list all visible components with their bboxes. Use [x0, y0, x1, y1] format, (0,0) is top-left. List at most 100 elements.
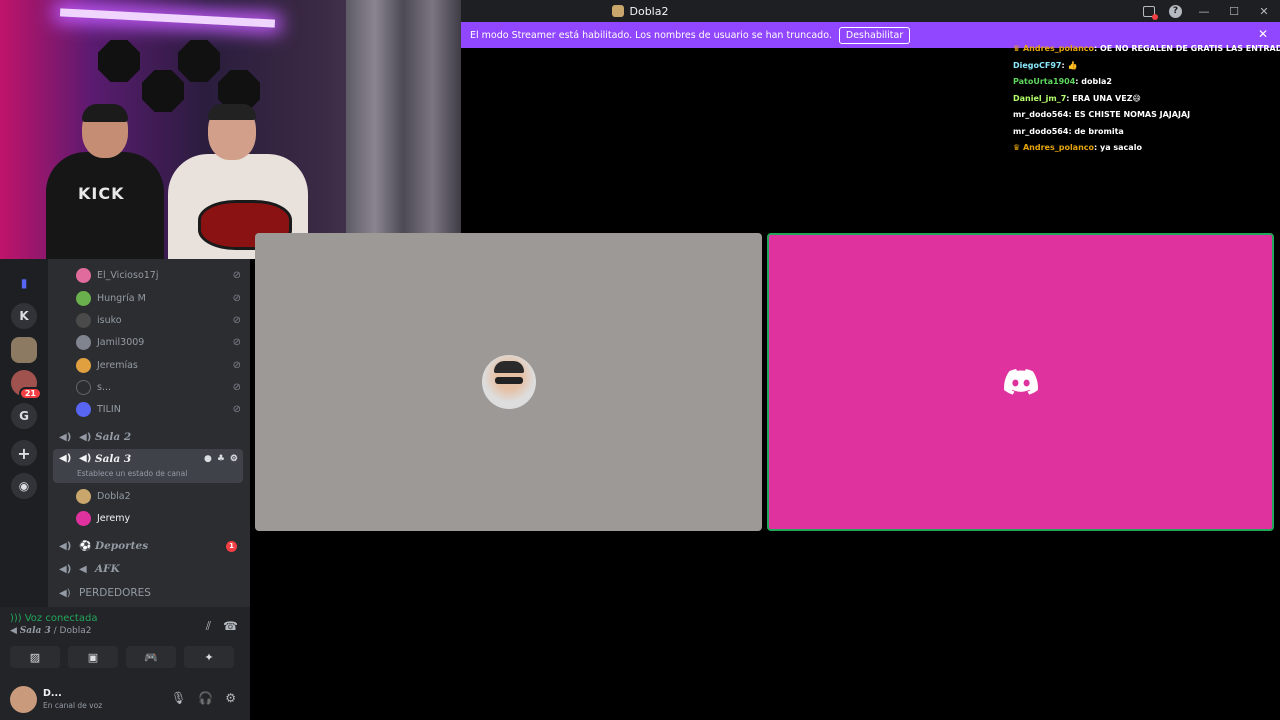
- channel-name: PERDEDORES: [79, 587, 151, 599]
- channel-status[interactable]: Establece un estado de canal: [77, 469, 187, 478]
- voice-member[interactable]: Dobla2: [76, 486, 241, 506]
- voice-member[interactable]: Hungría M ⊘: [76, 288, 241, 308]
- activities-button[interactable]: 🎮: [126, 646, 176, 668]
- chat-text: OE NO REGALEN DE GRATIS LAS ENTRADAS: [1100, 44, 1280, 53]
- chat-message: ♛ Andres_polanco: ya sacalo: [1013, 143, 1142, 152]
- banner-close-icon[interactable]: ✕: [1258, 27, 1268, 41]
- member-name: El_Vicioso17j: [97, 269, 159, 281]
- channel-name: Sala 3: [95, 453, 132, 465]
- invite-icon[interactable]: ♣: [217, 454, 225, 464]
- voice-member[interactable]: Jeremías ⊘: [76, 355, 241, 375]
- server-g[interactable]: G: [11, 403, 37, 429]
- streamer-left: KICK: [46, 104, 164, 259]
- member-name: isuko: [97, 314, 122, 326]
- noise-suppression-icon[interactable]: ⫽: [206, 619, 211, 634]
- speaker-icon: ◀): [59, 540, 72, 552]
- avatar: [76, 312, 91, 328]
- avatar: [76, 401, 91, 417]
- headphones-icon[interactable]: 🎧: [198, 691, 213, 705]
- member-name: Jeremías: [97, 359, 138, 371]
- voice-panel-icons: ⫽ ☎: [206, 619, 238, 634]
- speaker-icon: ◀: [79, 563, 87, 575]
- chat-message: Daniel_jm_7: ERA UNA VEZ😄: [1013, 93, 1141, 103]
- screen-share-button[interactable]: ▣: [68, 646, 118, 668]
- member-name: Dobla2: [97, 490, 131, 502]
- voice-status-text: Voz conectada: [24, 613, 98, 624]
- member-name: s...: [97, 381, 112, 393]
- gear-icon[interactable]: ⚙: [225, 691, 236, 705]
- signal-icon: ))): [10, 613, 22, 624]
- stream-chat-overlay: ♛ Andres_polanco: OE NO REGALEN DE GRATI…: [1013, 42, 1280, 158]
- discord-logo-icon: [1003, 369, 1038, 395]
- avatar: [76, 357, 91, 373]
- wall-panel: [98, 40, 140, 82]
- avatar: [76, 379, 91, 395]
- user-panel: D... En canal de voz 🎙 🎧 ⚙: [0, 678, 250, 720]
- video-tile-dobla2[interactable]: [255, 233, 762, 531]
- window-title: Dobla2: [611, 4, 669, 18]
- voice-member[interactable]: Jeremy: [76, 508, 241, 528]
- microphone-icon[interactable]: 🎙: [171, 691, 186, 705]
- minimize-icon[interactable]: —: [1196, 5, 1212, 18]
- voice-channel-sala-2[interactable]: ◀) ◀) Sala 2: [53, 426, 243, 448]
- close-window-icon[interactable]: ✕: [1256, 5, 1272, 18]
- voice-channel-perdedores[interactable]: ◀) PERDEDORES: [53, 582, 243, 604]
- user-status: En canal de voz: [43, 701, 103, 710]
- curtain: [346, 0, 461, 259]
- chat-message: mr_dodo564: de bromita: [1013, 126, 1124, 136]
- server-k[interactable]: K: [11, 303, 37, 329]
- voice-connected-panel: ))) Voz conectada ◀ Sala 3 / Dobla2 ⫽ ☎ …: [0, 607, 250, 678]
- mic-muted-icon: ⊘: [232, 292, 241, 304]
- chat-icon[interactable]: ●: [204, 454, 212, 464]
- chat-user: Daniel_jm_7: [1013, 93, 1067, 103]
- chat-user: Andres_polanco: [1022, 143, 1095, 152]
- voice-member[interactable]: El_Vicioso17j ⊘: [76, 265, 241, 285]
- video-tile-jeremy[interactable]: [767, 233, 1274, 531]
- server-icon[interactable]: [11, 337, 37, 363]
- voice-member[interactable]: isuko ⊘: [76, 310, 241, 330]
- user-controls: 🎙 🎧 ⚙: [171, 691, 236, 705]
- crown-icon: ♛: [1013, 44, 1023, 53]
- chat-text: dobla2: [1081, 77, 1112, 86]
- help-icon[interactable]: ?: [1169, 4, 1182, 18]
- gear-icon[interactable]: ⚙: [230, 454, 238, 464]
- mic-muted-icon: ⊘: [232, 403, 241, 415]
- maximize-icon[interactable]: ☐: [1226, 5, 1242, 18]
- voice-member[interactable]: s... ⊘: [76, 377, 241, 397]
- voice-member[interactable]: TILIN ⊘: [76, 399, 241, 419]
- avatar[interactable]: [10, 685, 37, 713]
- avatar: [76, 267, 91, 283]
- channel-tools: ● ♣ ⚙: [204, 454, 238, 464]
- server-icon-badged[interactable]: 21: [11, 370, 42, 400]
- avatar: [76, 488, 91, 504]
- camera-off-button[interactable]: ▨: [10, 646, 60, 668]
- chat-user: Andres_polanco: [1022, 44, 1095, 53]
- mic-muted-icon: ⊘: [232, 381, 241, 393]
- chat-text: ES CHISTE NOMAS JAJAJAJ: [1074, 110, 1191, 119]
- user-info[interactable]: D... En canal de voz: [43, 688, 102, 710]
- explore-icon[interactable]: ◉: [11, 473, 37, 499]
- chat-text: ERA UNA VEZ😄: [1072, 93, 1141, 103]
- voice-channel-deportes[interactable]: ◀) ⚽ Deportes 1: [53, 535, 243, 557]
- mic-muted-icon: ⊘: [232, 314, 241, 326]
- window-title-text: Dobla2: [629, 4, 669, 18]
- voice-channel-sala-3[interactable]: ◀) ◀) Sala 3 Establece un estado de cana…: [53, 449, 243, 483]
- channel-name: Sala 2: [95, 431, 132, 443]
- add-server-icon[interactable]: +: [11, 440, 37, 466]
- user-name: D...: [43, 688, 62, 699]
- avatar: [481, 355, 536, 409]
- direct-messages-icon[interactable]: ▮: [11, 270, 37, 296]
- speaker-icon: ◀): [79, 453, 92, 464]
- banner-text: El modo Streamer está habilitado. Los no…: [470, 29, 832, 41]
- speaker-icon: ◀): [59, 587, 71, 599]
- member-name: Hungría M: [97, 292, 146, 304]
- soundboard-button[interactable]: ✦: [184, 646, 234, 668]
- inbox-icon[interactable]: [1143, 5, 1158, 20]
- voice-channel-afk[interactable]: ◀) ◀ AFK: [53, 558, 243, 580]
- voice-channel-name: Sala 3: [19, 626, 51, 636]
- server-logo-icon: [611, 5, 624, 17]
- server-badge: 21: [18, 387, 42, 400]
- disable-streamer-button[interactable]: Deshabilitar: [838, 26, 911, 44]
- voice-member[interactable]: Jamil3009 ⊘: [76, 332, 241, 352]
- disconnect-icon[interactable]: ☎: [223, 619, 238, 634]
